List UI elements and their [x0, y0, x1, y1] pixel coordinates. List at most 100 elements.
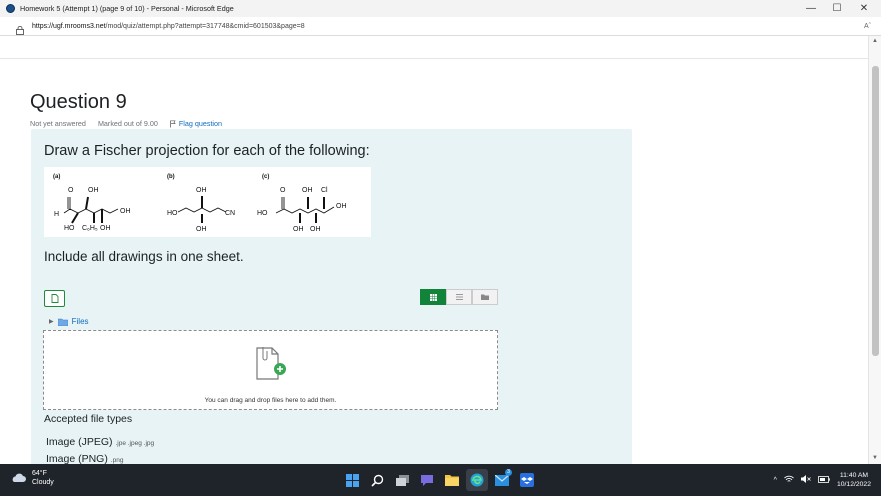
- question-title: Question 9: [30, 91, 127, 113]
- structure-a-bottom-ho: HO: [64, 225, 75, 232]
- taskbar-clock[interactable]: 11:40 AM 10/12/2022: [837, 471, 871, 489]
- start-button[interactable]: [341, 469, 363, 491]
- view-icons-button[interactable]: [420, 289, 446, 305]
- question-instruction: Include all drawings in one sheet.: [44, 249, 244, 264]
- structure-c-top-cl: Cl: [321, 187, 328, 194]
- edge-icon: [470, 473, 484, 487]
- structure-a-label: (a): [53, 174, 60, 180]
- url-text[interactable]: https://ugf.mrooms3.net/mod/quiz/attempt…: [32, 23, 305, 30]
- structure-b: (b) HO OH CN OH: [167, 174, 235, 233]
- windows-start-icon: [345, 473, 359, 487]
- minimize-button[interactable]: —: [798, 0, 824, 17]
- structure-c-bottom-oh-2: OH: [310, 226, 321, 233]
- dropbox-button[interactable]: [516, 469, 538, 491]
- edge-profile-icon[interactable]: [6, 4, 15, 13]
- dropbox-icon: [520, 473, 534, 487]
- scrollbar-thumb[interactable]: [872, 66, 879, 356]
- file-drop-zone[interactable]: You can drag and drop files here to add …: [43, 330, 498, 410]
- structure-c: (c) HO O OH Cl OH OH OH: [257, 174, 347, 233]
- structure-a-top-o: O: [68, 187, 74, 194]
- file-type-png: Image (PNG) .png: [46, 453, 123, 464]
- structure-b-right-cn: CN: [225, 210, 235, 217]
- divider: [0, 58, 868, 59]
- view-tree-button[interactable]: [472, 289, 498, 305]
- teams-chat-button[interactable]: [416, 469, 438, 491]
- file-type-ext: .jpe .jpeg .jpg: [115, 440, 155, 447]
- folder-icon: [57, 318, 68, 326]
- address-bar[interactable]: https://ugf.mrooms3.net/mod/quiz/attempt…: [0, 17, 881, 36]
- folder-icon: [481, 294, 489, 300]
- grid-icon: [429, 293, 437, 301]
- structure-a-right-oh: OH: [120, 208, 131, 215]
- add-file-button[interactable]: [44, 290, 65, 307]
- window-title: Homework 5 (Attempt 1) (page 9 of 10) - …: [20, 4, 234, 13]
- question-marks: Marked out of 9.00: [97, 119, 158, 128]
- file-icon: [51, 294, 58, 303]
- upload-file-icon: [256, 347, 286, 380]
- folder-icon: [445, 475, 459, 486]
- system-tray: ^ 11:40 AM 10/12/2022: [774, 471, 871, 489]
- structure-b-label: (b): [167, 174, 175, 180]
- mail-button[interactable]: 3: [491, 469, 513, 491]
- close-button[interactable]: ✕: [851, 0, 877, 17]
- structures-image: (a) O OH H OH HO C₆H₅ OH (b) HO OH CN OH…: [44, 167, 371, 237]
- drop-zone-text: You can drag and drop files here to add …: [204, 397, 337, 404]
- scroll-down-icon[interactable]: ▼: [872, 455, 878, 461]
- read-aloud-icon[interactable]: Aˆ: [864, 23, 871, 30]
- file-explorer-button[interactable]: [441, 469, 463, 491]
- volume-icon[interactable]: [800, 475, 811, 485]
- structure-c-bottom-oh-1: OH: [293, 226, 304, 233]
- question-content-box: Draw a Fischer projection for each of th…: [31, 129, 632, 464]
- file-type-ext: .png: [110, 457, 124, 464]
- maximize-button[interactable]: ☐: [824, 0, 850, 17]
- structure-b-left-ho: HO: [167, 210, 178, 217]
- accepted-types-heading: Accepted file types: [44, 413, 133, 425]
- taskbar-apps: 3: [341, 469, 538, 491]
- weather-condition: Cloudy: [32, 479, 54, 486]
- lock-icon[interactable]: [16, 22, 24, 35]
- structure-a: (a) O OH H OH HO C₆H₅ OH: [53, 174, 131, 232]
- list-icon: [455, 294, 463, 300]
- view-list-button[interactable]: [446, 289, 472, 305]
- windows-taskbar: 64°F Cloudy 3 ^ 11:40 AM 10/12/2022: [0, 464, 881, 496]
- structure-b-top-oh: OH: [196, 187, 207, 194]
- search-button[interactable]: [366, 469, 388, 491]
- weather-widget[interactable]: 64°F Cloudy: [10, 469, 54, 487]
- clock-date: 10/12/2022: [836, 481, 871, 488]
- mail-icon: [495, 474, 509, 486]
- chat-icon: [421, 474, 433, 486]
- wifi-icon[interactable]: [784, 475, 794, 485]
- view-toggle-group: [420, 289, 498, 305]
- search-icon: [370, 474, 383, 487]
- flag-question-label: Flag question: [178, 119, 223, 128]
- expand-arrow-icon[interactable]: ▶: [49, 318, 54, 325]
- structure-c-top-oh: OH: [302, 187, 313, 194]
- weather-temp: 64°F: [32, 470, 47, 477]
- edge-browser-button[interactable]: [466, 469, 488, 491]
- question-prompt: Draw a Fischer projection for each of th…: [44, 143, 370, 159]
- file-type-name: Image (PNG): [46, 453, 108, 464]
- question-status: Not yet answered: [30, 119, 86, 128]
- page-scrollbar[interactable]: ▲ ▼: [868, 36, 881, 464]
- flag-question-link[interactable]: Flag question: [169, 119, 223, 128]
- structure-a-top-oh: OH: [88, 187, 99, 194]
- url-path: /mod/quiz/attempt.php?attempt=317748&cmi…: [105, 22, 305, 30]
- structure-b-bottom-oh: OH: [196, 226, 207, 233]
- structure-c-left-ho: HO: [257, 210, 268, 217]
- cloud-icon: [12, 473, 26, 482]
- battery-icon[interactable]: [818, 475, 830, 485]
- question-info: Not yet answered Marked out of 9.00 Flag…: [30, 119, 222, 128]
- task-view-icon: [395, 474, 409, 486]
- structure-c-label: (c): [262, 174, 269, 180]
- url-host: https://ugf.mrooms3.net: [32, 22, 106, 30]
- structure-a-left-h: H: [54, 211, 59, 218]
- scroll-up-icon[interactable]: ▲: [872, 38, 878, 44]
- page-content: Question 9 Not yet answered Marked out o…: [0, 36, 868, 464]
- files-label: Files: [71, 317, 89, 326]
- show-hidden-icons-icon[interactable]: ^: [774, 477, 777, 484]
- task-view-button[interactable]: [391, 469, 413, 491]
- files-folder[interactable]: ▶ Files: [49, 317, 89, 326]
- flag-icon: [169, 119, 176, 127]
- file-type-name: Image (JPEG): [46, 436, 113, 448]
- structure-c-right-oh: OH: [336, 203, 347, 210]
